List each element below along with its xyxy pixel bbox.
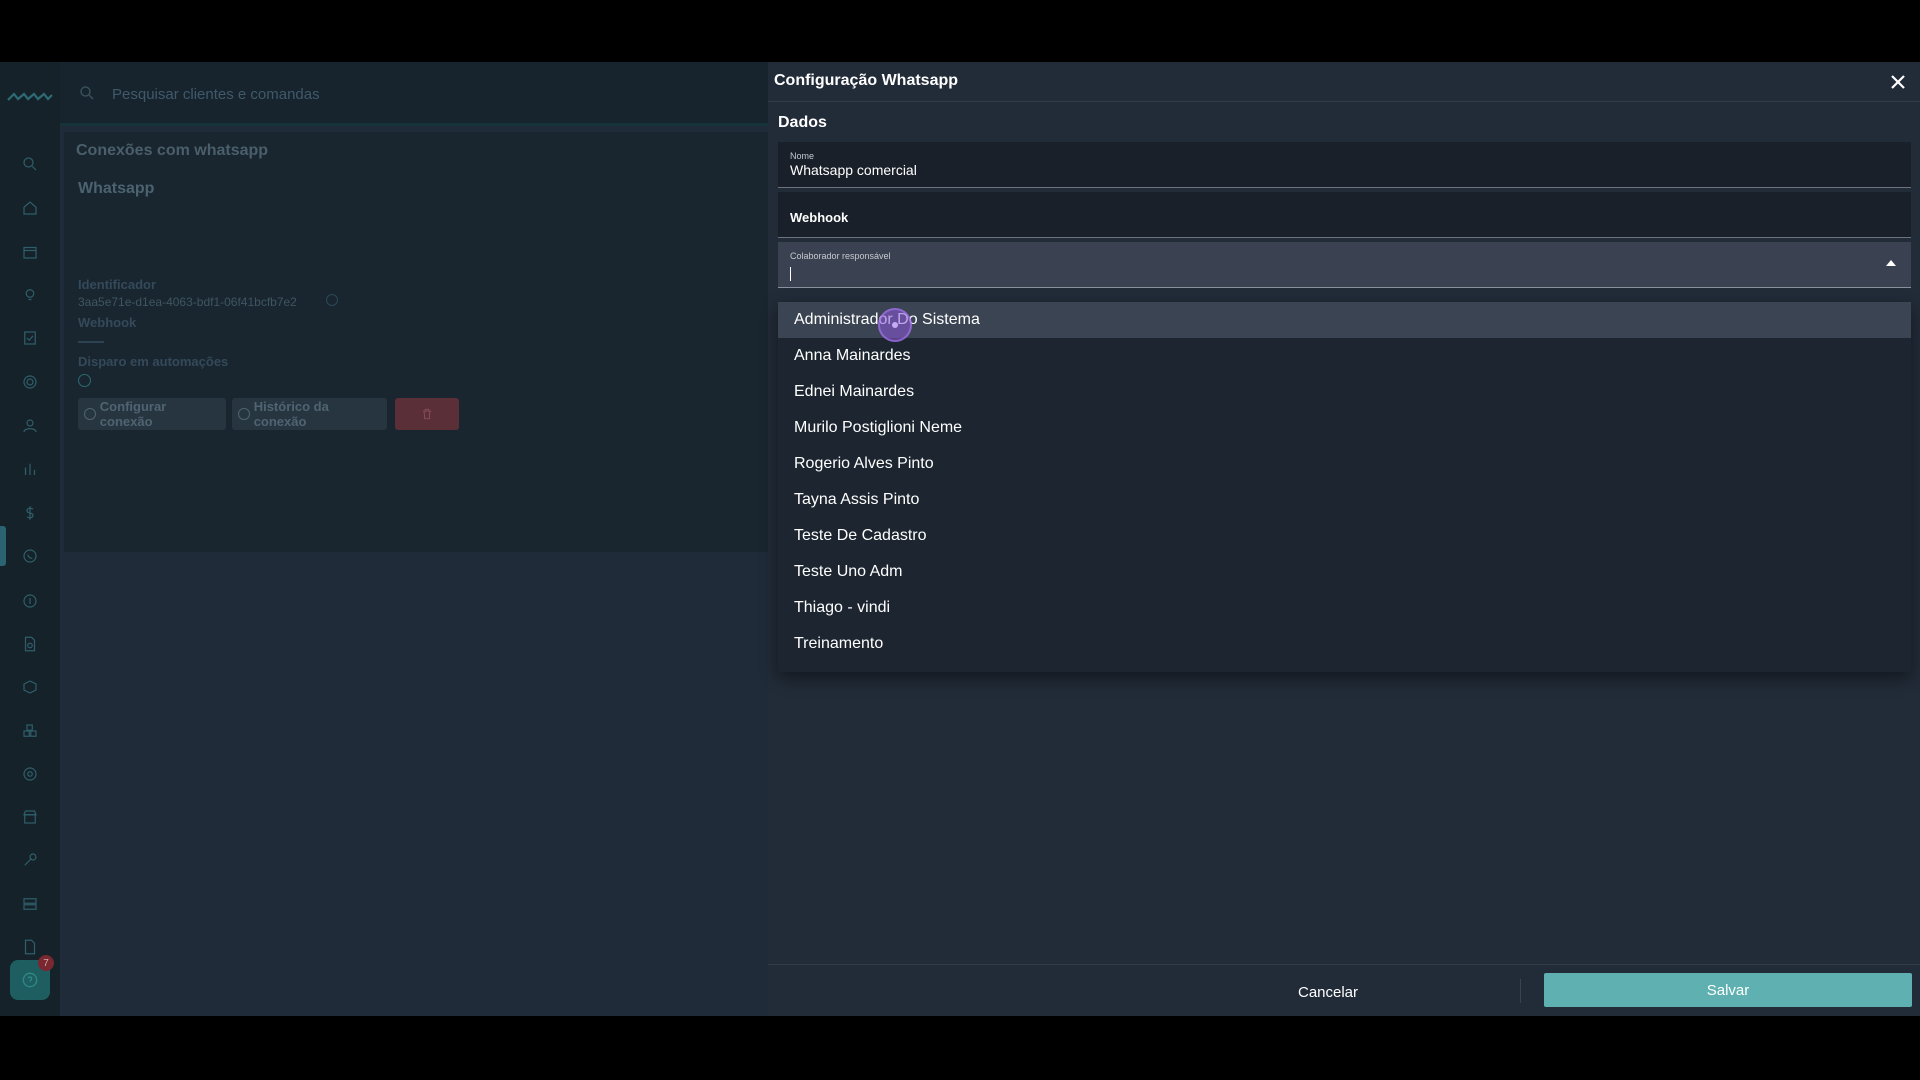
option-label: Teste De Cadastro — [794, 527, 927, 544]
connection-history-button[interactable]: Histórico da conexão — [232, 398, 387, 430]
side-rail: 7 — [0, 62, 60, 1016]
connections-card: Conexões com whatsapp Whatsapp Identific… — [64, 132, 768, 552]
footer-divider — [1520, 979, 1521, 1003]
gear-icon — [84, 408, 96, 420]
option-label: Tayna Assis Pinto — [794, 491, 920, 508]
option-label: Murilo Postiglioni Neme — [794, 419, 963, 436]
connection-name: Whatsapp — [78, 180, 155, 197]
search-icon[interactable] — [18, 152, 42, 176]
name-field-value: Whatsapp comercial — [790, 162, 917, 178]
cubes-icon[interactable] — [18, 719, 42, 743]
dropdown-option[interactable]: Ednei Mainardes — [778, 374, 1911, 410]
collaborator-select[interactable]: Colaborador responsável — [778, 242, 1911, 288]
user-icon[interactable] — [18, 414, 42, 438]
option-label: Teste Uno Adm — [794, 563, 903, 580]
delete-connection-button[interactable] — [395, 398, 459, 430]
close-button[interactable] — [1886, 70, 1910, 94]
box-icon[interactable] — [18, 675, 42, 699]
dropdown-option[interactable]: Rogerio Alves Pinto — [778, 446, 1911, 482]
store-icon[interactable] — [18, 805, 42, 829]
dropdown-option[interactable]: Teste De Cadastro — [778, 518, 1911, 554]
configure-connection-label: Configurar conexão — [99, 399, 167, 429]
trash-icon — [422, 408, 432, 420]
calendar-icon[interactable] — [18, 240, 42, 264]
search-icon — [78, 84, 98, 104]
close-icon — [1891, 75, 1905, 89]
name-field-label: Nome — [790, 151, 815, 161]
collaborator-dropdown: Administrador Do Sistema Anna Mainardes … — [778, 302, 1911, 672]
drawer-footer: Cancelar Salvar — [768, 964, 1920, 1016]
mouse-cursor-indicator — [878, 308, 912, 342]
copy-icon[interactable] — [326, 294, 338, 306]
server-icon[interactable] — [18, 892, 42, 916]
section-title: Dados — [778, 114, 827, 131]
option-label: Rogerio Alves Pinto — [794, 455, 934, 472]
option-label: Treinamento — [794, 635, 884, 652]
option-label: Ednei Mainardes — [794, 383, 915, 400]
whatsapp-icon[interactable] — [18, 544, 42, 568]
card-title: Conexões com whatsapp — [76, 142, 269, 159]
settings-icon[interactable] — [18, 762, 42, 786]
top-bar — [60, 62, 768, 126]
automation-label: Disparo em automações — [78, 354, 229, 369]
tool-icon[interactable] — [18, 848, 42, 872]
text-caret — [790, 267, 791, 281]
option-label: Anna Mainardes — [794, 347, 911, 364]
whatsapp-config-drawer: Configuração Whatsapp Dados Nome Whatsap… — [768, 62, 1920, 1016]
chart-icon[interactable] — [18, 457, 42, 481]
option-label: Thiago - vindi — [794, 599, 891, 616]
cancel-button[interactable]: Cancelar — [1228, 975, 1428, 1009]
dropdown-option[interactable]: Treinamento — [778, 626, 1911, 662]
document-gear-icon[interactable] — [18, 632, 42, 656]
background-app: 7 Conexões com whatsapp Whatsapp Identif… — [0, 62, 768, 1016]
connection-history-label: Histórico da conexão — [253, 399, 329, 429]
dollar-icon[interactable] — [18, 501, 42, 525]
checklist-icon[interactable] — [18, 326, 42, 350]
webhook-label: Webhook — [78, 315, 137, 330]
save-button[interactable]: Salvar — [1544, 973, 1912, 1007]
home-icon[interactable] — [18, 196, 42, 220]
lightbulb-icon[interactable] — [18, 283, 42, 307]
webhook-field-placeholder: Webhook — [790, 210, 849, 225]
dropdown-option[interactable]: Murilo Postiglioni Neme — [778, 410, 1911, 446]
webhook-field[interactable]: Webhook — [778, 192, 1911, 238]
chevron-up-icon[interactable] — [1886, 260, 1896, 266]
logo — [7, 92, 53, 101]
identifier-label: Identificador — [78, 277, 157, 292]
dropdown-option[interactable]: Teste Uno Adm — [778, 554, 1911, 590]
dropdown-option[interactable]: Tayna Assis Pinto — [778, 482, 1911, 518]
configure-connection-button[interactable]: Configurar conexão — [78, 398, 226, 430]
collaborator-field-label: Colaborador responsável — [790, 251, 891, 261]
check-icon — [78, 374, 91, 387]
dropdown-option[interactable]: Administrador Do Sistema — [778, 302, 1911, 342]
rail-active-indicator — [0, 526, 6, 566]
letterbox-bottom — [0, 1016, 1920, 1080]
dropdown-option[interactable]: Anna Mainardes — [778, 338, 1911, 374]
target-icon[interactable] — [18, 370, 42, 394]
history-icon — [238, 408, 250, 420]
file-icon[interactable] — [18, 935, 42, 959]
chat-badge: 7 — [38, 955, 54, 971]
identifier-value: 3aa5e71e-d1ea-4063-bdf1-06f41bcfb7e2 — [78, 295, 297, 309]
chat-icon — [22, 972, 38, 988]
drawer-header: Configuração Whatsapp — [768, 62, 1920, 102]
app-window: 7 Conexões com whatsapp Whatsapp Identif… — [0, 62, 1920, 1016]
coin-icon[interactable] — [18, 589, 42, 613]
webhook-value-placeholder — [78, 341, 104, 343]
drawer-title: Configuração Whatsapp — [774, 72, 959, 89]
dropdown-option[interactable]: Thiago - vindi — [778, 590, 1911, 626]
letterbox-top — [0, 0, 1920, 62]
name-field[interactable]: Nome Whatsapp comercial — [778, 142, 1911, 188]
search-input[interactable] — [112, 82, 612, 106]
